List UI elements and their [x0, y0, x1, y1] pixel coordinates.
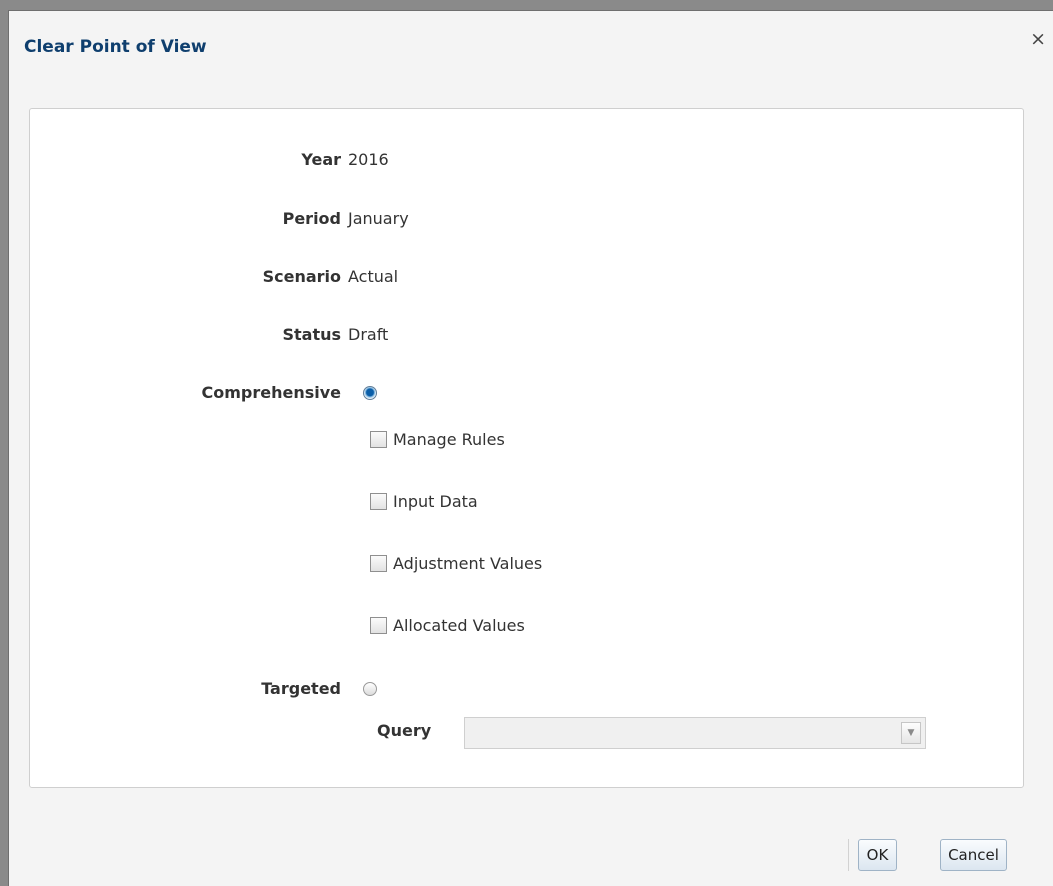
period-label: Period [282, 209, 341, 228]
cancel-button[interactable]: Cancel [940, 839, 1007, 871]
input-data-label: Input Data [393, 492, 478, 511]
adjustment-values-label: Adjustment Values [393, 554, 543, 573]
period-value: January [348, 209, 409, 228]
allocated-values-checkbox[interactable] [370, 617, 387, 634]
scenario-label: Scenario [262, 267, 341, 286]
query-select[interactable]: ▼ [464, 717, 926, 749]
close-icon[interactable]: × [1030, 30, 1046, 49]
dialog-title: Clear Point of View [24, 37, 207, 57]
scenario-value: Actual [348, 267, 399, 286]
comprehensive-label: Comprehensive [201, 383, 341, 402]
status-label: Status [282, 325, 341, 344]
adjustment-values-checkbox-row[interactable]: Adjustment Values [370, 554, 542, 573]
comprehensive-radio[interactable] [363, 386, 377, 400]
allocated-values-checkbox-row[interactable]: Allocated Values [370, 616, 525, 635]
status-value: Draft [348, 325, 389, 344]
allocated-values-label: Allocated Values [393, 616, 525, 635]
manage-rules-checkbox-row[interactable]: Manage Rules [370, 430, 505, 449]
manage-rules-checkbox[interactable] [370, 431, 387, 448]
year-value: 2016 [348, 150, 389, 169]
ok-button[interactable]: OK [858, 839, 897, 871]
clear-pov-dialog: Clear Point of View × Year 2016 Period J… [8, 10, 1053, 886]
chevron-down-icon[interactable]: ▼ [901, 722, 921, 744]
footer-divider [848, 839, 849, 871]
input-data-checkbox[interactable] [370, 493, 387, 510]
query-label: Query [377, 721, 432, 740]
form-panel: Year 2016 Period January Scenario Actual… [29, 108, 1024, 788]
year-label: Year [301, 150, 341, 169]
input-data-checkbox-row[interactable]: Input Data [370, 492, 478, 511]
targeted-label: Targeted [261, 679, 341, 698]
targeted-radio[interactable] [363, 682, 377, 696]
adjustment-values-checkbox[interactable] [370, 555, 387, 572]
manage-rules-label: Manage Rules [393, 430, 505, 449]
